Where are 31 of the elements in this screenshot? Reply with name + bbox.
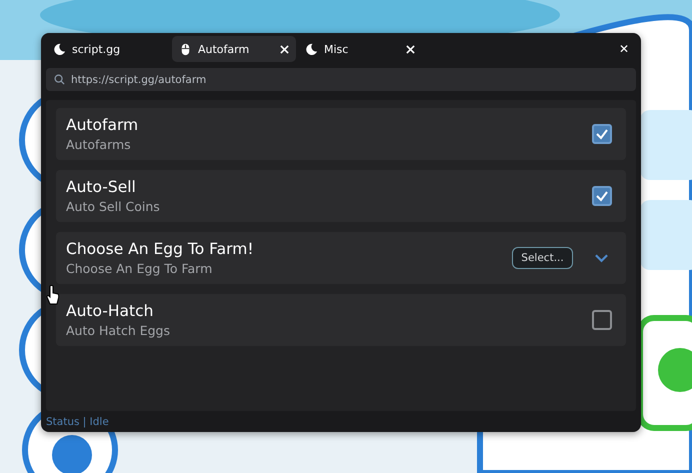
option-title: Auto-Sell [66,178,137,196]
status-text: Status | Idle [46,416,110,428]
check-icon [595,189,609,203]
checkbox[interactable] [592,310,612,330]
tab-label: script.gg [72,42,122,56]
close-icon[interactable] [280,44,289,54]
option-description: Auto Sell Coins [66,199,161,214]
option-title: Choose An Egg To Farm! [66,240,255,258]
moon-icon [305,42,318,56]
tab-label: Misc [324,42,350,56]
check-icon [595,127,609,141]
close-button[interactable]: ✕ [610,40,637,58]
address-field[interactable]: https://script.gg/autofarm [46,68,636,91]
moon-icon [53,42,66,56]
option-title: Auto-Hatch [66,302,154,320]
option-description: Choose An Egg To Farm [66,261,214,276]
option-description: Autofarms [66,137,132,152]
option-description: Auto Hatch Eggs [66,323,172,338]
checkbox[interactable] [592,124,612,144]
chevron-icon[interactable] [595,254,608,262]
hand-cursor-icon [46,285,60,305]
tab[interactable]: Misc [298,36,422,62]
tab-label: Autofarm [198,42,250,56]
mouse-icon [179,42,192,56]
select-button[interactable]: Select... [512,247,573,269]
checkbox[interactable] [592,186,612,206]
option-title: Autofarm [66,116,140,134]
search-icon [54,74,65,85]
tab[interactable]: script.gg [46,36,170,62]
tab[interactable]: Autofarm [172,36,296,62]
close-icon[interactable] [406,44,415,54]
